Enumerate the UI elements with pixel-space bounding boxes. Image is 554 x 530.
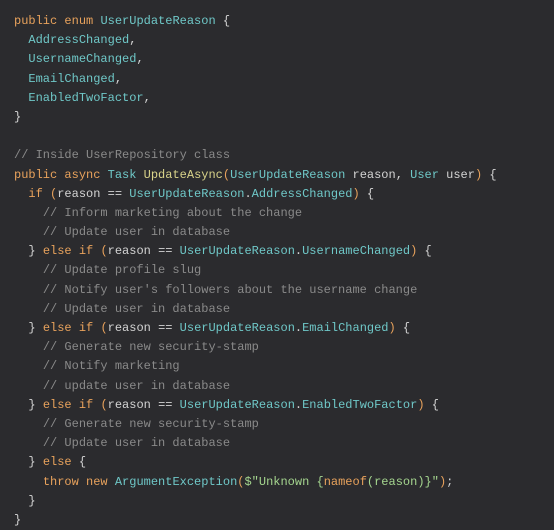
enum-type: UserUpdateReason (180, 398, 295, 412)
keyword-new: new (86, 475, 108, 489)
enum-member: EmailChanged (28, 72, 114, 86)
string-literal: )}" (417, 475, 439, 489)
param-type: User (410, 168, 439, 182)
comment: // Generate new security-stamp (43, 340, 259, 354)
comment: // update user in database (43, 379, 230, 393)
keyword-if: if (28, 187, 42, 201)
keyword-public: public (14, 168, 57, 182)
enum-type: UserUpdateReason (180, 244, 295, 258)
code-block: public enum UserUpdateReason { AddressCh… (14, 12, 540, 530)
nameof-keyword: nameof (324, 475, 367, 489)
keyword-else: else (43, 455, 72, 469)
comment: // Notify user's followers about the use… (43, 283, 417, 297)
keyword-if: if (79, 244, 93, 258)
comment: // Inform marketing about the change (43, 206, 302, 220)
keyword-else: else (43, 398, 72, 412)
enum-member: UsernameChanged (28, 52, 136, 66)
comment: // Update profile slug (43, 263, 201, 277)
type-name: UserUpdateReason (100, 14, 215, 28)
enum-member: EnabledTwoFactor (28, 91, 143, 105)
comment: // Inside UserRepository class (14, 148, 230, 162)
comment: // Generate new security-stamp (43, 417, 259, 431)
nameof-arg: reason (374, 475, 417, 489)
keyword-async: async (64, 168, 100, 182)
param-type: UserUpdateReason (230, 168, 345, 182)
enum-type: UserUpdateReason (180, 321, 295, 335)
keyword-public: public (14, 14, 57, 28)
var-reason: reason (57, 187, 100, 201)
enum-value: EmailChanged (302, 321, 388, 335)
type-task: Task (108, 168, 137, 182)
var-reason: reason (108, 321, 151, 335)
comment: // Update user in database (43, 225, 230, 239)
enum-value: UsernameChanged (302, 244, 410, 258)
comment: // Update user in database (43, 436, 230, 450)
enum-member: AddressChanged (28, 33, 129, 47)
comment: // Notify marketing (43, 359, 180, 373)
brace-close: } (14, 110, 21, 124)
exception-type: ArgumentException (115, 475, 237, 489)
keyword-else: else (43, 321, 72, 335)
brace-open: { (223, 14, 230, 28)
keyword-if: if (79, 321, 93, 335)
enum-value: EnabledTwoFactor (302, 398, 417, 412)
param-name: reason (353, 168, 396, 182)
string-literal: $"Unknown { (244, 475, 323, 489)
param-name: user (446, 168, 475, 182)
enum-value: AddressChanged (252, 187, 353, 201)
enum-type: UserUpdateReason (129, 187, 244, 201)
method-name: UpdateAsync (144, 168, 223, 182)
keyword-enum: enum (64, 14, 93, 28)
comment: // Update user in database (43, 302, 230, 316)
keyword-if: if (79, 398, 93, 412)
keyword-else: else (43, 244, 72, 258)
var-reason: reason (108, 398, 151, 412)
var-reason: reason (108, 244, 151, 258)
keyword-throw: throw (43, 475, 79, 489)
